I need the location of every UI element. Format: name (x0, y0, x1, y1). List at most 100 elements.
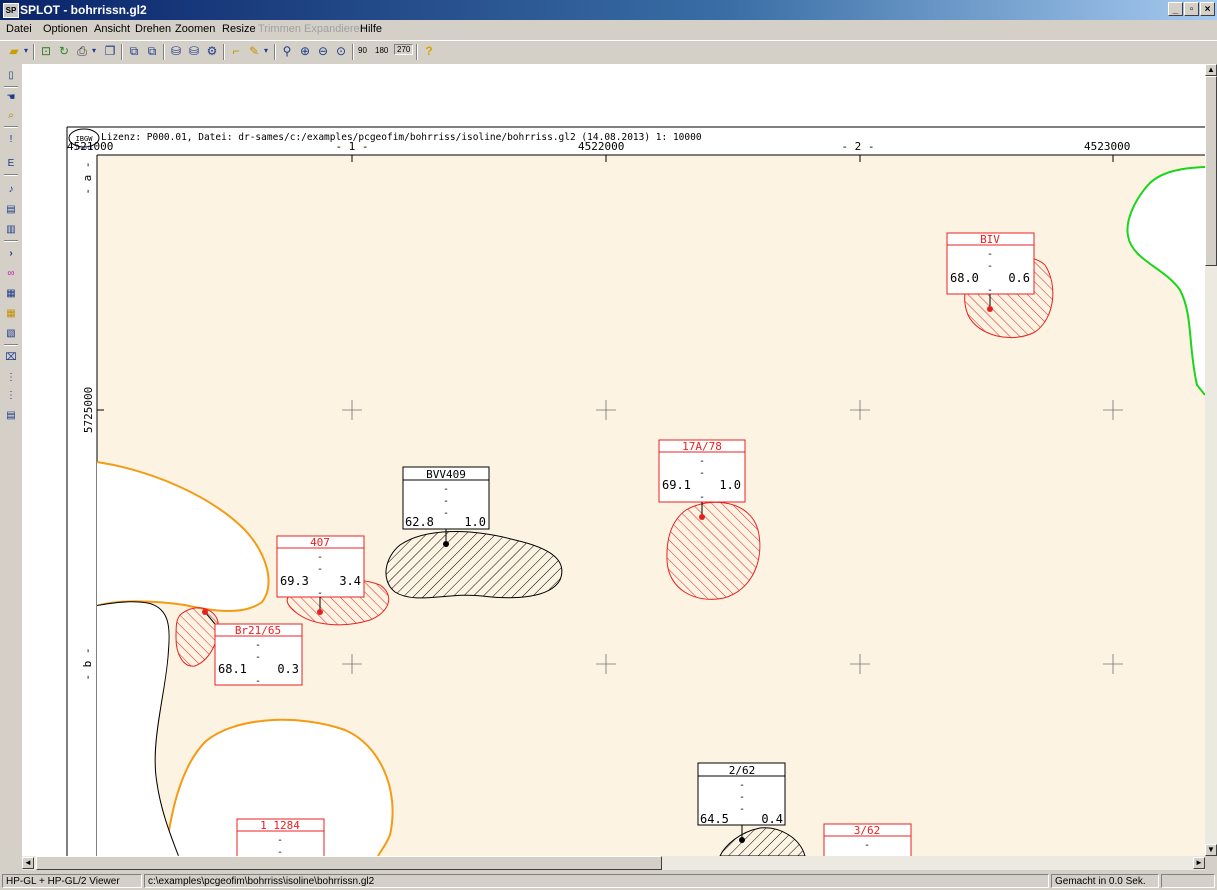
menu-zoomen[interactable]: Zoomen (175, 23, 215, 35)
zoom-out-icon[interactable]: ⊖ (315, 43, 331, 59)
scroll-up-icon[interactable]: ▲ (1205, 64, 1217, 76)
well-value-2: 1.0 (464, 515, 486, 529)
grid-lines-icon[interactable]: ⋮ (5, 390, 17, 402)
menu-drehen[interactable]: Drehen (135, 23, 171, 35)
well-value-1: 68.1 (218, 662, 247, 676)
well-value-1: 69.1 (662, 478, 691, 492)
well-dash: - (987, 261, 993, 272)
app-icon: SP (3, 3, 19, 18)
document-icon[interactable]: ▤ (5, 204, 17, 216)
status-extra (1161, 874, 1215, 888)
grid-label-col-1: - 1 - (335, 140, 368, 153)
dropdown-arrow-icon[interactable]: ▾ (90, 43, 98, 59)
well-marker (699, 514, 705, 520)
well-dash: - (739, 780, 745, 791)
search-icon[interactable]: ⌕ (5, 110, 17, 122)
cursor-icon[interactable]: ▯ (5, 70, 17, 82)
well-name: Br21/65 (235, 624, 281, 637)
scroll-left-icon[interactable]: ◄ (22, 857, 34, 869)
vertical-scroll-thumb[interactable] (1205, 76, 1217, 266)
rotate-270-button[interactable]: 270 (394, 44, 414, 55)
export-icon[interactable]: ⛁ (168, 43, 184, 59)
well-dash: - (739, 804, 745, 815)
well-marker (739, 837, 745, 843)
y-coord-5725000: 5725000 (82, 387, 95, 433)
rotate-90-button[interactable]: 90 (358, 46, 367, 55)
hatch-zone-17a78 (666, 501, 761, 600)
info-icon[interactable]: ⌧ (5, 352, 17, 364)
table-icon[interactable]: ▤ (5, 410, 17, 422)
well-3-62[interactable]: 3/62 - - (823, 823, 912, 856)
menu-expandieren[interactable]: Expandieren (304, 23, 366, 35)
menu-datei[interactable]: Datei (6, 23, 32, 35)
grid-label-col-2: - 2 - (841, 140, 874, 153)
scroll-down-icon[interactable]: ▼ (1205, 844, 1217, 856)
well-name: 3/62 (854, 824, 881, 837)
well-value-2: 0.6 (1008, 271, 1030, 285)
well-dash: - (987, 249, 993, 260)
copy-window-icon[interactable]: ❐ (102, 43, 118, 59)
well-dash: - (864, 840, 870, 851)
dropdown-arrow-icon[interactable]: ▾ (22, 43, 30, 59)
zoom-in-icon[interactable]: ⊕ (297, 43, 313, 59)
layer-icon[interactable]: ▦ (5, 288, 17, 300)
help-icon[interactable]: ? (421, 43, 437, 59)
import-icon[interactable]: ⛁ (186, 43, 202, 59)
open-icon[interactable]: ▰ (6, 43, 22, 59)
horizontal-scroll-thumb[interactable] (36, 856, 662, 870)
minimize-button[interactable]: _ (1168, 2, 1183, 16)
window-title: SPLOT - bohrrissn.gl2 (20, 3, 147, 17)
print-preview-icon[interactable]: ⊡ (38, 43, 54, 59)
menu-optionen[interactable]: Optionen (43, 23, 88, 35)
draw-icon[interactable]: ♪ (5, 184, 17, 196)
well-dash: - (699, 456, 705, 467)
left-toolbar: ▯ ☚ ⌕ ! E ♪ ▤ ▥ › ∞ ▦ ▦ ▧ ⌧ ⋮ ⋮ ▤ (0, 64, 22, 856)
marker-icon[interactable]: ! (5, 134, 17, 146)
dropdown-arrow-icon[interactable]: ▾ (262, 43, 270, 59)
rotate-180-button[interactable]: 180 (375, 46, 388, 55)
hand-icon[interactable]: ☚ (5, 92, 17, 104)
menu-trimmen[interactable]: Trimmen (258, 23, 301, 35)
chevron-right-icon[interactable]: › (5, 248, 17, 260)
menu-ansicht[interactable]: Ansicht (94, 23, 130, 35)
scroll-right-icon[interactable]: ► (1193, 857, 1205, 869)
map-drawing[interactable]: IBGW Leipzig Lizenz: P000.01, Datei: dr-… (22, 64, 1205, 856)
well-1-1284[interactable]: 1_1284 - - (236, 818, 325, 856)
well-name: BIV (980, 233, 1000, 246)
horizontal-scrollbar[interactable]: ◄ ► (22, 856, 1205, 870)
print-icon[interactable]: ⎙ (74, 43, 90, 59)
paste-icon[interactable]: ⧉ (144, 43, 160, 59)
close-button[interactable]: × (1200, 2, 1215, 16)
measure-icon[interactable]: ⌐ (228, 43, 244, 59)
well-value-1: 68.0 (950, 271, 979, 285)
grid-label-row-a: - a - (81, 161, 94, 194)
menu-resize[interactable]: Resize (222, 23, 256, 35)
restore-button[interactable]: ▫ (1184, 2, 1199, 16)
zoom-fit-icon[interactable]: ⊙ (333, 43, 349, 59)
pattern-icon[interactable]: ∞ (5, 268, 17, 280)
well-dash: - (699, 468, 705, 479)
menu-hilfe[interactable]: Hilfe (360, 23, 382, 35)
page-icon[interactable]: ▥ (5, 224, 17, 236)
well-value-2: 1.0 (719, 478, 741, 492)
well-value-2: 3.4 (339, 574, 361, 588)
well-dash: - (277, 847, 283, 856)
vertical-scrollbar[interactable]: ▲ ▼ (1205, 64, 1217, 856)
frame-icon[interactable]: E (5, 158, 17, 170)
well-dash: - (255, 676, 261, 687)
copy-icon[interactable]: ⧉ (126, 43, 142, 59)
map-canvas[interactable]: IBGW Leipzig Lizenz: P000.01, Datei: dr-… (22, 64, 1205, 856)
well-dash: - (443, 508, 449, 519)
well-marker (317, 609, 323, 615)
pencil-icon[interactable]: ✎ (246, 43, 262, 59)
well-dash: - (277, 835, 283, 846)
layer-yellow-icon[interactable]: ▦ (5, 308, 17, 320)
distance-icon[interactable]: ⚲ (279, 43, 295, 59)
refresh-icon[interactable]: ↻ (56, 43, 72, 59)
grid-dots-icon[interactable]: ⋮ (5, 372, 17, 384)
x-coord-4523000: 4523000 (1084, 140, 1130, 153)
x-coord-4521000: 4521000 (67, 140, 113, 153)
settings-icon[interactable]: ⚙ (204, 43, 220, 59)
layer-edit-icon[interactable]: ▧ (5, 328, 17, 340)
well-dash: - (699, 492, 705, 503)
